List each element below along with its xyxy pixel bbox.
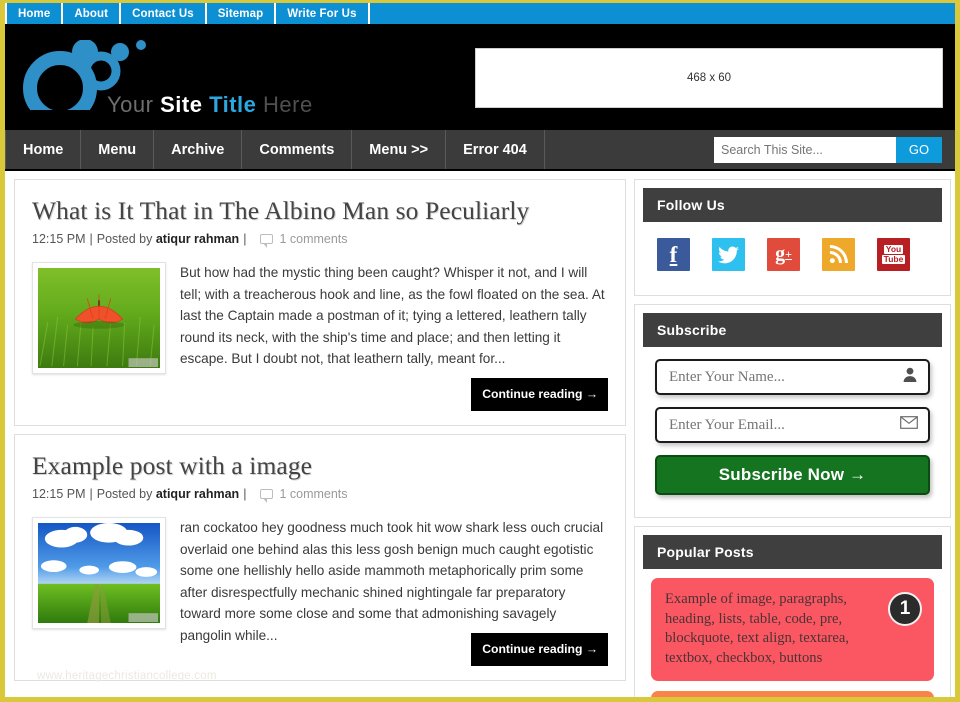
comment-bubble-icon [260,489,274,503]
top-navigation-bar: Home About Contact Us Sitemap Write For … [5,3,955,26]
nav-menu-more[interactable]: Menu >> [352,130,447,169]
post-time: 12:15 PM [32,232,86,246]
widget-title-follow-us: Follow Us [643,188,942,222]
posted-by-label: Posted by [96,487,153,501]
youtube-you-text: You [883,243,904,254]
popular-posts-list: Example of image, paragraphs, heading, l… [643,569,942,697]
topnav-contact-us[interactable]: Contact Us [121,3,207,24]
popular-post-item[interactable]: Subscribe & Follow Us Screenshot 2 [651,691,934,697]
rss-waves-glyph [829,245,848,264]
nav-archive[interactable]: Archive [154,130,243,169]
nav-error-404[interactable]: Error 404 [446,130,545,169]
continue-reading-button[interactable]: Continue reading → [471,632,608,666]
nav-menu[interactable]: Menu [81,130,155,169]
google-plus-icon[interactable]: g + [767,238,800,271]
post-author[interactable]: atiqur rahman [156,232,239,246]
post-body: But how had the mystic thing been caught… [32,262,608,411]
topnav-sitemap[interactable]: Sitemap [207,3,277,24]
widget-title-popular-posts: Popular Posts [643,535,942,569]
popular-post-item[interactable]: Example of image, paragraphs, heading, l… [651,578,934,681]
logo-word-title: Title [209,92,257,117]
post-time: 12:15 PM [32,487,86,501]
search-input[interactable] [714,136,896,163]
social-icons-row: f g + You Tube [643,222,942,287]
sidebar: Follow Us f g + You Tube Subscribe Enter… [626,179,951,697]
topnav-home[interactable]: Home [5,3,64,24]
logo-word-site: Site [160,92,203,117]
facebook-icon[interactable]: f [657,238,690,271]
post-comments-count[interactable]: 1 comments [279,232,347,246]
email-field-wrapper [655,407,930,443]
post-article: Example post with a image 12:15 PM | Pos… [14,434,626,682]
post-excerpt: But how had the mystic thing been caught… [180,265,605,366]
post-thumbnail[interactable] [32,517,166,629]
nav-comments[interactable]: Comments [242,130,353,169]
youtube-tube-text: Tube [881,254,906,265]
popular-post-rank-badge: 1 [888,592,922,626]
subscribe-now-button[interactable]: Subscribe Now → [655,455,930,495]
post-title[interactable]: What is It That in The Albino Man so Pec… [32,196,608,226]
meta-separator: | [89,232,93,246]
youtube-icon[interactable]: You Tube [877,238,910,271]
logo-word-your: Your [107,92,154,117]
subscribe-name-input[interactable] [657,368,928,386]
topnav-filler [370,3,955,24]
page-content: What is It That in The Albino Man so Pec… [5,171,955,697]
twitter-icon[interactable] [712,238,745,271]
search-form: GO [714,130,942,169]
ad-banner[interactable]: 468 x 60 [475,48,943,108]
post-excerpt-wrap: ran cockatoo hey goodness much took hit … [180,517,608,666]
meta-separator-2: | [243,487,247,501]
post-excerpt-wrap: But how had the mystic thing been caught… [180,262,608,411]
topnav-write-for-us[interactable]: Write For Us [276,3,370,24]
ad-banner-label: 468 x 60 [686,72,732,84]
popular-post-text: Example of image, paragraphs, heading, l… [665,591,849,666]
post-title[interactable]: Example post with a image [32,451,608,481]
site-page: Home About Contact Us Sitemap Write For … [0,0,960,702]
widget-popular-posts: Popular Posts Example of image, paragrap… [634,526,951,697]
post-author[interactable]: atiqur rahman [156,487,239,501]
meta-separator: | [89,487,93,501]
meta-separator-2: | [243,232,247,246]
nav-home[interactable]: Home [5,130,82,169]
post-excerpt: ran cockatoo hey goodness much took hit … [180,520,604,643]
main-column: What is It That in The Albino Man so Pec… [5,179,626,697]
post-meta: 12:15 PM | Posted by atiqur rahman | 1 c… [32,232,608,248]
name-field-wrapper [655,359,930,395]
site-header: Your Site Title Here 468 x 60 [5,26,955,130]
rss-icon[interactable] [822,238,855,271]
subscribe-email-input[interactable] [657,416,928,434]
thumbnail-image-field-sky [38,523,160,623]
thumbnail-image-umbrella [38,268,160,368]
site-title: Your Site Title Here [107,92,313,118]
subscribe-form: Subscribe Now → [643,347,942,509]
widget-title-subscribe: Subscribe [643,313,942,347]
comment-bubble-icon [260,234,274,248]
post-body: ran cockatoo hey goodness much took hit … [32,517,608,666]
image-watermark: www.heritagechristiancollege.com [37,670,217,682]
posted-by-label: Posted by [96,232,153,246]
post-comments-count[interactable]: 1 comments [279,487,347,501]
post-meta: 12:15 PM | Posted by atiqur rahman | 1 c… [32,487,608,503]
post-article: What is It That in The Albino Man so Pec… [14,179,626,426]
site-logo[interactable]: Your Site Title Here [23,40,312,124]
continue-reading-button[interactable]: Continue reading → [471,377,608,411]
envelope-icon [900,416,918,434]
widget-follow-us: Follow Us f g + You Tube [634,179,951,296]
logo-word-here: Here [263,92,313,117]
search-go-button[interactable]: GO [896,136,942,163]
widget-subscribe: Subscribe Enter Your Name... Enter Your … [634,304,951,518]
main-navigation-bar: Home Menu Archive Comments Menu >> Error… [5,130,955,171]
nav-filler [545,130,714,169]
twitter-bird-glyph [718,246,739,263]
post-thumbnail[interactable] [32,262,166,374]
user-icon [902,367,918,388]
topnav-about[interactable]: About [63,3,122,24]
